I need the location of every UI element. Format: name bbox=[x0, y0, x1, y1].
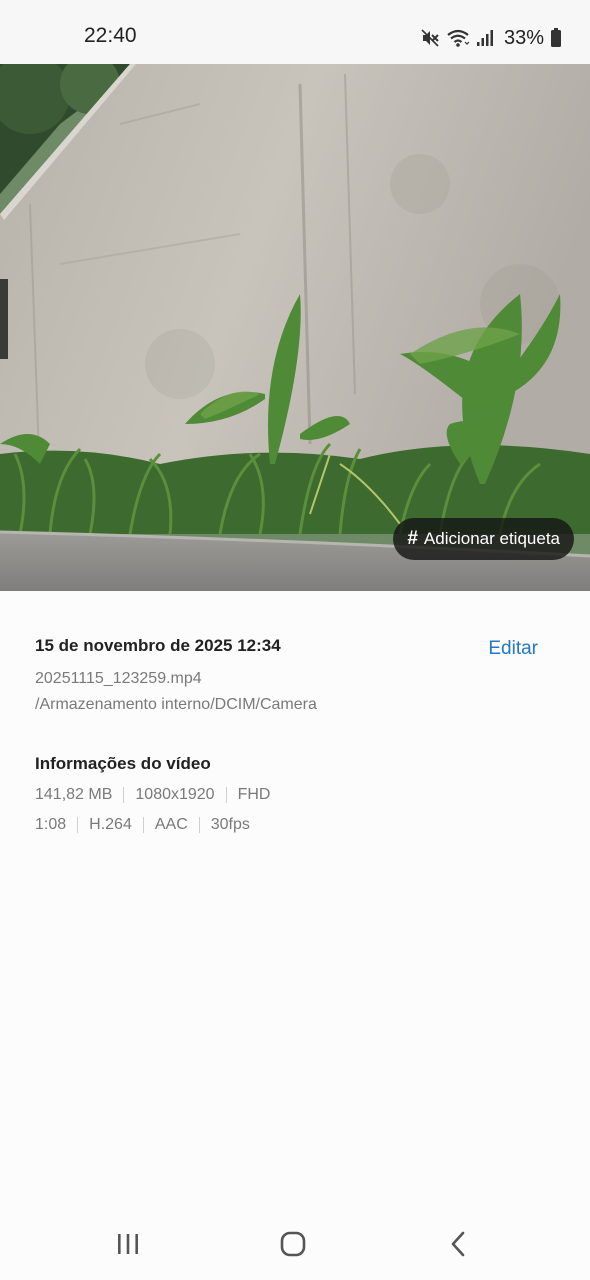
battery-icon bbox=[550, 28, 562, 48]
status-bar: 22:40 33% bbox=[0, 0, 590, 64]
add-tag-label: Adicionar etiqueta bbox=[423, 529, 560, 548]
video-meta-row-1: 141,82 MB 1080x1920 FHD bbox=[35, 786, 270, 804]
file-name: 20251115_123259.mp4 bbox=[35, 670, 202, 687]
video-meta-row-2: 1:08 H.264 AAC 30fps bbox=[35, 816, 270, 834]
wifi-icon bbox=[446, 28, 470, 48]
file-path: /Armazenamento interno/DCIM/Camera bbox=[35, 696, 317, 713]
add-tag-button[interactable]: # Adicionar etiqueta bbox=[393, 518, 574, 560]
file-size: 141,82 MB bbox=[35, 786, 113, 803]
quality: FHD bbox=[237, 786, 271, 803]
separator bbox=[77, 817, 79, 833]
duration: 1:08 bbox=[35, 816, 67, 833]
separator bbox=[123, 787, 125, 803]
video-codec: H.264 bbox=[89, 816, 132, 833]
edit-button[interactable]: Editar bbox=[488, 638, 538, 660]
battery-percentage: 33% bbox=[503, 26, 544, 49]
signal-icon bbox=[476, 28, 494, 48]
home-icon[interactable] bbox=[271, 1222, 315, 1266]
navigation-bar bbox=[0, 1200, 590, 1280]
resolution: 1080x1920 bbox=[135, 786, 215, 803]
photo-preview[interactable]: # Adicionar etiqueta bbox=[0, 64, 590, 591]
file-details: 15 de novembro de 2025 12:34 Editar 2025… bbox=[35, 636, 555, 714]
separator bbox=[142, 817, 144, 833]
separator bbox=[225, 787, 227, 803]
capture-date: 15 de novembro de 2025 12:34 bbox=[35, 636, 281, 655]
separator bbox=[198, 817, 200, 833]
audio-codec: AAC bbox=[154, 816, 188, 833]
hashtag-icon: # bbox=[407, 528, 418, 549]
status-time: 22:40 bbox=[84, 24, 137, 47]
status-icons: 33% bbox=[420, 22, 562, 54]
frame-rate: 30fps bbox=[210, 816, 250, 833]
video-info-title: Informações do vídeo bbox=[35, 754, 211, 773]
video-info-section: Informações do vídeo 141,82 MB 1080x1920… bbox=[35, 754, 270, 834]
mute-icon bbox=[420, 28, 440, 48]
back-icon[interactable] bbox=[436, 1222, 480, 1266]
recent-apps-icon[interactable] bbox=[106, 1222, 150, 1266]
